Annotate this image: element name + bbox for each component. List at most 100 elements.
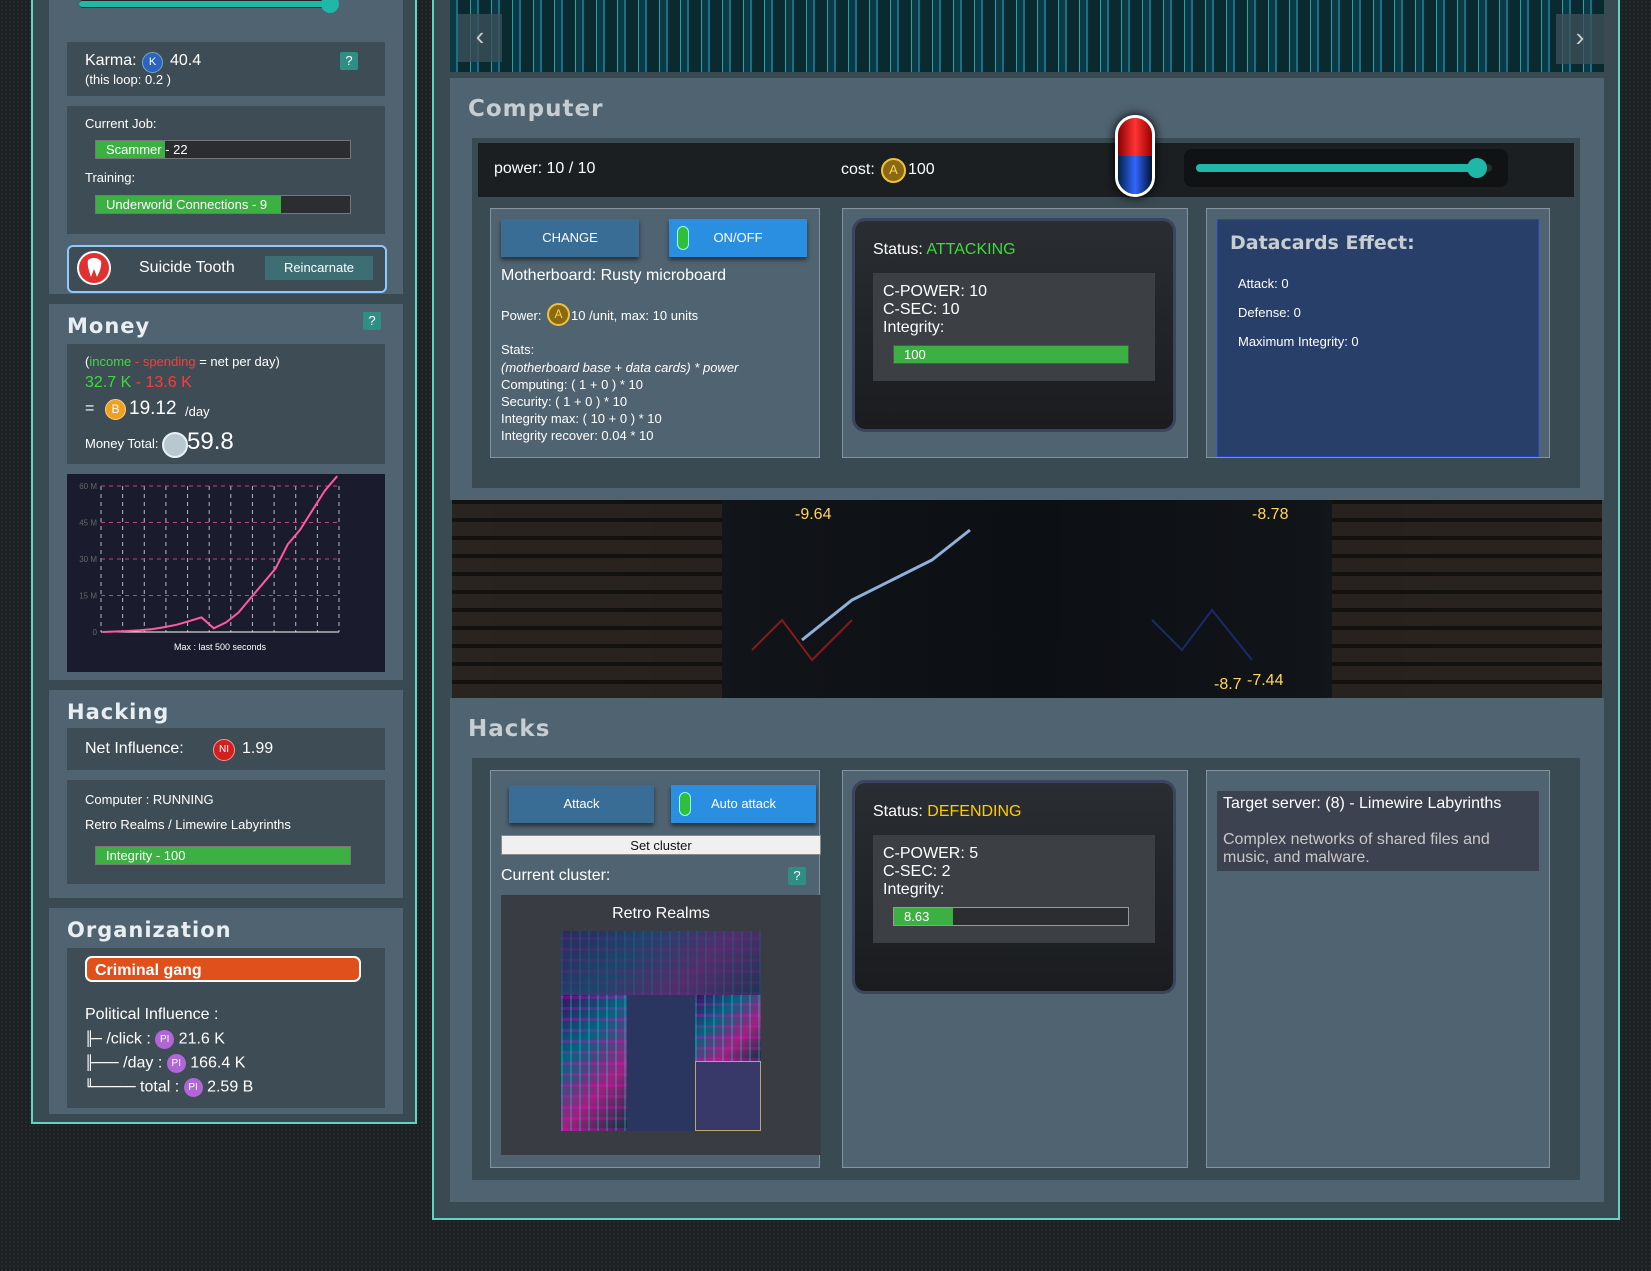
organization-box: Criminal gang Political Influence : ╟─ /…: [67, 948, 385, 1108]
money-section: Money ? (income - spending = net per day…: [49, 304, 403, 680]
pi-total-row: ╙───── total : PI 2.59 B: [85, 1078, 254, 1097]
damage-float-3: -8.7: [1214, 676, 1242, 693]
change-button[interactable]: CHANGE: [501, 219, 639, 257]
net-value: 19.12: [129, 398, 177, 419]
city-banner: ‹ ›: [450, 0, 1604, 72]
onoff-button[interactable]: ON/OFF: [669, 219, 807, 257]
auto-attack-button[interactable]: Auto attack: [671, 785, 816, 823]
gang-badge: Criminal gang: [85, 956, 361, 982]
cluster-node-top[interactable]: [561, 931, 761, 995]
training-name: Underworld Connections - 9: [106, 197, 268, 212]
hacks-section: Hacks Attack Auto attack Set cluster Cur…: [450, 698, 1604, 1202]
stat-integrity-max: Integrity max: ( 10 + 0 ) * 10: [501, 411, 662, 426]
damage-float-4: -7.44: [1247, 672, 1284, 689]
chart-point: [151, 628, 153, 630]
power-label: Power:: [501, 308, 542, 323]
hack-status-panel: Status: DEFENDING C-POWER: 5 C-SEC: 2 In…: [855, 783, 1173, 991]
player-status-section: Karma: K 40.4 (this loop: 0.2 ) ? Curren…: [49, 32, 403, 294]
job-progress-bar: Scammer - 22: [95, 140, 351, 159]
computer-section: Computer power: 10 / 10 cost: A 100 CHAN…: [450, 78, 1604, 500]
hacking-integrity-bar: Integrity - 100: [95, 846, 351, 865]
karma-help-button[interactable]: ?: [340, 52, 358, 70]
net-unit: /day: [185, 404, 210, 419]
training-progress-bar: Underworld Connections - 9: [95, 195, 351, 214]
chart-y-tick: 15 M: [79, 592, 97, 601]
money-total-value: 59.8: [187, 428, 234, 455]
computer-stat-box: C-POWER: 10 C-SEC: 10 Integrity: 100: [873, 273, 1155, 381]
chart-point: [274, 568, 277, 570]
chart-point: [237, 611, 240, 614]
target-server-desc: Complex networks of shared files and mus…: [1223, 831, 1490, 866]
reincarnate-button[interactable]: Reincarnate: [265, 256, 373, 280]
cost-value: 100: [908, 161, 935, 178]
chart-y-tick: 0: [93, 628, 98, 637]
top-slider-thumb[interactable]: [321, 0, 339, 13]
hack-status-value: DEFENDING: [927, 803, 1022, 820]
influence-box: Net Influence: NI 1.99: [67, 728, 385, 770]
suicide-tooth-box: Suicide Tooth Reincarnate: [67, 245, 387, 293]
computer-status-box: Computer : RUNNING Retro Realms / Limewi…: [67, 780, 385, 884]
hack-integrity-bar: 8.63: [893, 907, 1129, 926]
chart-point: [225, 621, 227, 623]
stats-formula: (motherboard base + data cards) * power: [501, 360, 739, 375]
karma-loop: (this loop: 0.2 ): [85, 72, 171, 87]
money-total-label: Money Total:: [85, 436, 159, 451]
tooth-icon: [77, 251, 111, 285]
computer-status-panel: Status: ATTACKING C-POWER: 10 C-SEC: 10 …: [855, 221, 1173, 429]
hack-status-label: Status: DEFENDING: [873, 803, 1022, 820]
pi-day-value: 166.4 K: [190, 1054, 246, 1072]
cluster-image: [561, 931, 761, 1131]
power-slider-thumb[interactable]: [1467, 158, 1488, 178]
computer-integrity-bar: 100: [893, 345, 1129, 364]
chart-point: [188, 620, 190, 622]
banner-prev-button[interactable]: ‹: [458, 14, 502, 62]
status-label: Status: ATTACKING: [873, 241, 1016, 258]
power-spec: 10 /unit, max: 10 units: [571, 308, 699, 323]
hack-csec-text: C-SEC: 2: [883, 863, 951, 880]
net-influence-icon: NI: [213, 739, 235, 761]
money-chart: 0 15 M 30 M 45 M 60 M Max : last 500 seconds: [67, 474, 385, 672]
chart-point: [299, 529, 301, 531]
cluster-node-right[interactable]: [695, 995, 761, 1061]
cluster-help-button[interactable]: ?: [788, 867, 806, 885]
attack-button[interactable]: Attack: [509, 785, 654, 823]
influence-value: 1.99: [242, 740, 274, 757]
stat-security: Security: ( 1 + 0 ) * 10: [501, 394, 628, 409]
money-help-button[interactable]: ?: [363, 312, 381, 330]
server-room-banner: -9.64 -8.78 -8.7 -7.44: [452, 500, 1602, 698]
chart-point: [139, 629, 141, 631]
computer-integrity-value: 100: [904, 347, 926, 362]
cluster-node-left[interactable]: [561, 995, 627, 1131]
attack-trace: [751, 528, 1253, 662]
damage-float-2: -8.78: [1252, 506, 1289, 523]
chart-point: [262, 582, 264, 584]
money-coin-icon: [162, 432, 188, 458]
target-server-title: Target server: (8) - Limewire Labyrinths: [1223, 795, 1502, 812]
pi-day-row: ╟─── /day : PI 166.4 K: [85, 1054, 246, 1073]
chart-point: [102, 631, 104, 633]
power-slider[interactable]: [1184, 149, 1508, 187]
computer-status-text: Computer : RUNNING: [85, 792, 214, 807]
hack-cpower-text: C-POWER: 5: [883, 845, 979, 862]
attack-card: Attack Auto attack Set cluster Current c…: [490, 770, 821, 1168]
hack-stat-box: C-POWER: 5 C-SEC: 2 Integrity: 8.63: [873, 835, 1155, 943]
hacking-integrity-label: Integrity - 100: [106, 848, 186, 863]
motherboard-name: Motherboard: Rusty microboard: [501, 267, 726, 284]
target-server-card: Target server: (8) - Limewire Labyrinths…: [1206, 770, 1550, 1168]
chart-point: [250, 597, 252, 599]
pi-icon: PI: [166, 1054, 186, 1073]
cost-label: cost:: [841, 161, 875, 178]
political-influence-label: Political Influence :: [85, 1006, 219, 1023]
cluster-node-target[interactable]: [695, 1061, 761, 1131]
chart-y-tick: 60 M: [79, 482, 97, 491]
left-sidebar: Karma: K 40.4 (this loop: 0.2 ) ? Curren…: [31, 0, 417, 1124]
hacking-target-text: Retro Realms / Limewire Labyrinths: [85, 817, 291, 832]
set-cluster-button[interactable]: Set cluster: [501, 835, 821, 855]
formula-income: income: [89, 354, 132, 369]
chart-point: [127, 630, 129, 632]
banner-next-button[interactable]: ›: [1556, 14, 1604, 64]
hacks-title: Hacks: [468, 716, 551, 742]
power-coin-icon: A: [547, 303, 570, 326]
hack-integrity-value: 8.63: [904, 909, 930, 924]
top-slider-track[interactable]: [79, 0, 339, 13]
